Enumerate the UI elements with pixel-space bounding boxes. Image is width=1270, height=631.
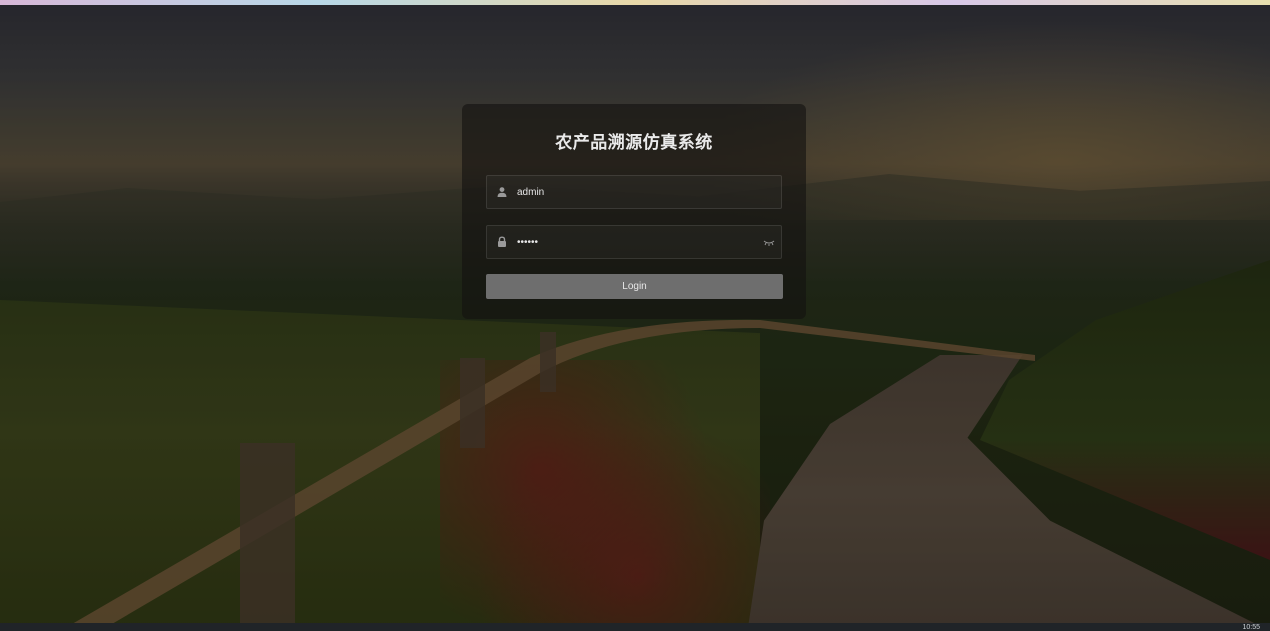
login-button[interactable]: Login (486, 274, 783, 299)
username-field[interactable] (486, 175, 782, 209)
user-icon (497, 187, 507, 197)
taskbar (0, 623, 1270, 631)
lock-icon (498, 236, 506, 247)
page-title: 农产品溯源仿真系统 (555, 133, 713, 152)
taskbar-clock: 10:55 (1242, 624, 1260, 631)
login-card: 农产品溯源仿真系统 Login (462, 104, 806, 319)
eye-closed-icon[interactable] (763, 237, 775, 247)
window-top-strip (0, 0, 1270, 5)
password-field[interactable] (486, 225, 782, 259)
password-input[interactable] (517, 226, 757, 258)
username-input[interactable] (517, 176, 757, 208)
